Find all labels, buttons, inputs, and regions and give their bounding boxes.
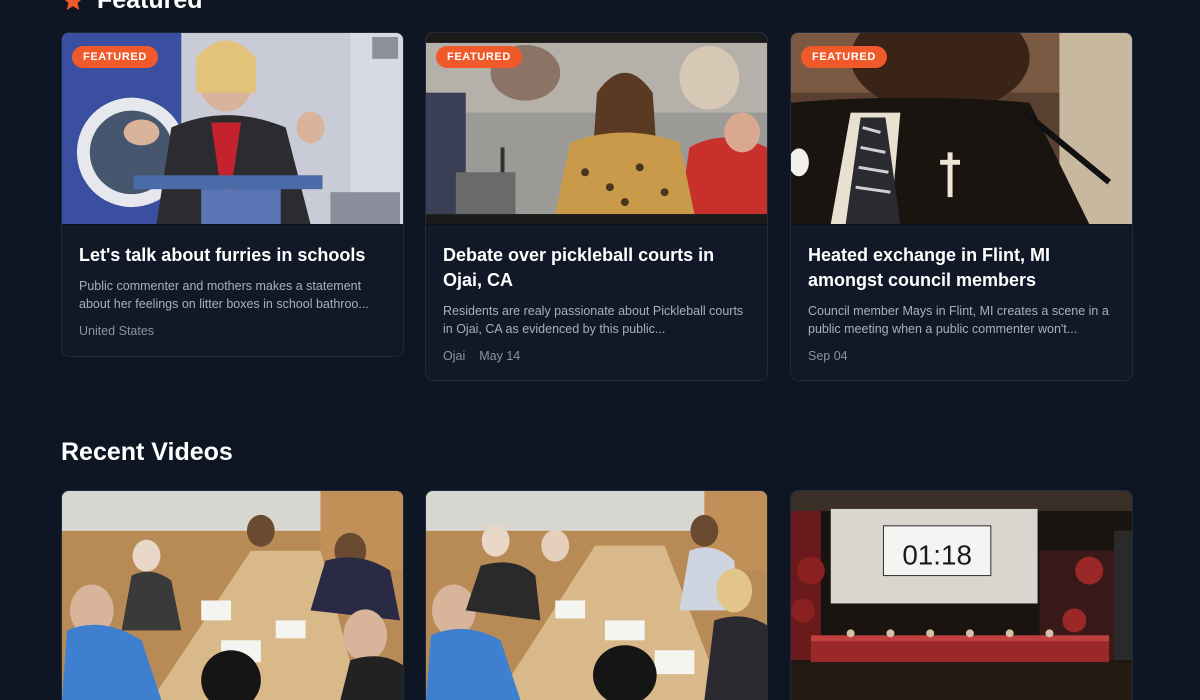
featured-card[interactable]: FEATURED Heated exchange in Flint, MI am… xyxy=(790,32,1133,381)
card-description: Public commenter and mothers makes a sta… xyxy=(79,279,369,311)
recent-video-card[interactable] xyxy=(61,490,404,700)
video-thumbnail[interactable] xyxy=(426,491,767,700)
card-location: United States xyxy=(79,324,155,338)
card-meta: United States xyxy=(79,324,386,338)
video-thumbnail[interactable]: 01:18 xyxy=(791,491,1132,700)
page: Featured FEATURED Let's talk about furri… xyxy=(0,0,1200,700)
recent-title: Recent Videos xyxy=(61,438,233,466)
recent-video-card[interactable]: 01:18 xyxy=(790,490,1133,700)
card-title[interactable]: Debate over pickleball courts in Ojai, C… xyxy=(443,243,750,293)
card-date: Sep 04 xyxy=(808,349,848,363)
star-icon xyxy=(65,0,81,10)
video-thumbnail[interactable]: FEATURED xyxy=(426,33,767,225)
featured-badge: FEATURED xyxy=(436,46,522,68)
card-location: Ojai xyxy=(443,349,466,363)
card-meta: Sep 04 xyxy=(808,349,1115,363)
featured-title: Featured xyxy=(97,0,203,14)
featured-badge: FEATURED xyxy=(801,46,887,68)
video-thumbnail[interactable]: FEATURED xyxy=(791,33,1132,225)
featured-badge: FEATURED xyxy=(72,46,158,68)
featured-card[interactable]: FEATURED Debate over pickleball courts i… xyxy=(425,32,768,381)
recent-video-card[interactable] xyxy=(425,490,768,700)
recent-videos-heading: Recent Videos xyxy=(61,438,233,467)
card-date: May 14 xyxy=(479,349,521,363)
card-description: Residents are realy passionate about Pic… xyxy=(443,304,744,336)
timer-display: 01:18 xyxy=(902,540,972,571)
video-thumbnail[interactable] xyxy=(62,491,403,700)
featured-card[interactable]: FEATURED Let's talk about furries in sch… xyxy=(61,32,404,357)
card-title[interactable]: Heated exchange in Flint, MI amongst cou… xyxy=(808,243,1115,293)
card-meta: Ojai May 14 xyxy=(443,349,750,363)
card-title[interactable]: Let's talk about furries in schools xyxy=(79,243,386,268)
card-description: Council member Mays in Flint, MI creates… xyxy=(808,304,1109,336)
featured-heading: Featured xyxy=(61,0,203,15)
video-thumbnail[interactable]: FEATURED xyxy=(62,33,403,225)
